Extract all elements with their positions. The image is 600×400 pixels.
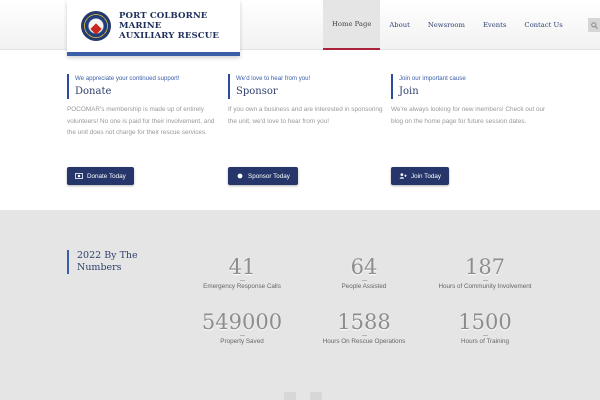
sponsor-column: We'd love to hear from you! Sponsor If y… [228,74,383,127]
stat-label: Hours of Training [461,338,509,345]
sponsor-heading-block: We'd love to hear from you! Sponsor [228,74,383,99]
donate-column: We appreciate your continued support! Do… [67,74,222,139]
add-user-icon [399,173,407,179]
stat-value: 1588 [337,310,391,334]
join-today-button[interactable]: Join Today [391,167,449,185]
slider-dot-1[interactable] [284,392,296,400]
donate-title: Donate [75,86,112,97]
join-kicker: Join our important cause [399,75,466,82]
donate-body: POCOMAR's membership is made up of entir… [67,106,215,136]
join-column: Join our important cause Join We're alwa… [391,74,546,127]
stat-label: Hours On Rescue Operations [322,338,406,345]
stat-emergency-calls: 41 Emergency Response Calls [182,255,302,291]
stat-value: 187 [464,255,506,279]
stat-value: 549000 [201,310,283,334]
stat-divider [482,335,488,336]
nav-newsroom[interactable]: Newsroom [419,0,474,50]
sponsor-title: Sponsor [236,86,278,97]
donate-today-button[interactable]: Donate Today [67,167,134,185]
sponsor-kicker: We'd love to hear from you! [236,75,311,82]
stats-section: 2022 By The Numbers 41 Emergency Respons… [0,210,600,400]
stats-heading-line-1: 2022 By The [77,250,138,261]
donate-today-label: Donate Today [87,172,126,180]
join-body: We're always looking for new members! Ch… [391,106,546,125]
nav-home[interactable]: Home Page [323,0,381,50]
main-nav: Home Page About Newsroom Events Contact … [323,0,572,50]
search-icon [590,21,598,29]
stat-label: People Assisted [341,283,387,290]
join-title: Join [399,86,419,97]
page: PORT COLBORNE MARINE AUXILIARY RESCUE Ho… [0,0,600,400]
sponsor-body: If you own a business and are interested… [228,106,383,125]
donate-heading-block: We appreciate your continued support! Do… [67,74,222,99]
slider-dot-2[interactable] [310,392,322,400]
logo-text: PORT COLBORNE MARINE AUXILIARY RESCUE [119,11,240,41]
site-header: PORT COLBORNE MARINE AUXILIARY RESCUE Ho… [0,0,600,56]
join-heading-block: Join our important cause Join [391,74,546,99]
donate-kicker: We appreciate your continued support! [75,75,180,82]
stat-divider [361,335,367,336]
stats-heading: 2022 By The Numbers [67,250,177,274]
stat-rescue-hours: 1588 Hours On Rescue Operations [304,310,424,346]
stat-divider [482,280,488,281]
stat-people-assisted: 64 People Assisted [304,255,424,291]
stat-value: 64 [350,255,378,279]
circle-icon [237,173,243,179]
logo-line-2: AUXILIARY RESCUE [119,31,219,41]
join-today-label: Join Today [411,172,441,180]
nav-events[interactable]: Events [474,0,515,50]
logo-line-1: PORT COLBORNE MARINE [119,11,208,31]
stat-community-hours: 187 Hours of Community Involvement [425,255,545,291]
stat-divider [239,335,245,336]
stat-training-hours: 1500 Hours of Training [425,310,545,346]
search-button[interactable] [588,18,600,32]
stats-heading-line-2: Numbers [77,262,122,273]
stat-divider [361,280,367,281]
stat-value: 41 [228,255,256,279]
nav-about[interactable]: About [380,0,418,50]
stat-divider [239,280,245,281]
sponsor-today-label: Sponsor Today [248,172,290,180]
stat-value: 1500 [458,310,512,334]
seal-icon [81,11,111,41]
stat-label: Emergency Response Calls [203,283,281,290]
stat-property-saved: 549000 Property Saved [182,310,302,346]
sponsor-today-button[interactable]: Sponsor Today [228,167,298,185]
money-icon [75,173,83,179]
site-logo[interactable]: PORT COLBORNE MARINE AUXILIARY RESCUE [67,0,240,56]
nav-contact-us[interactable]: Contact Us [515,0,571,50]
stat-label: Property Saved [220,338,264,345]
stat-label: Hours of Community Involvement [438,283,532,290]
